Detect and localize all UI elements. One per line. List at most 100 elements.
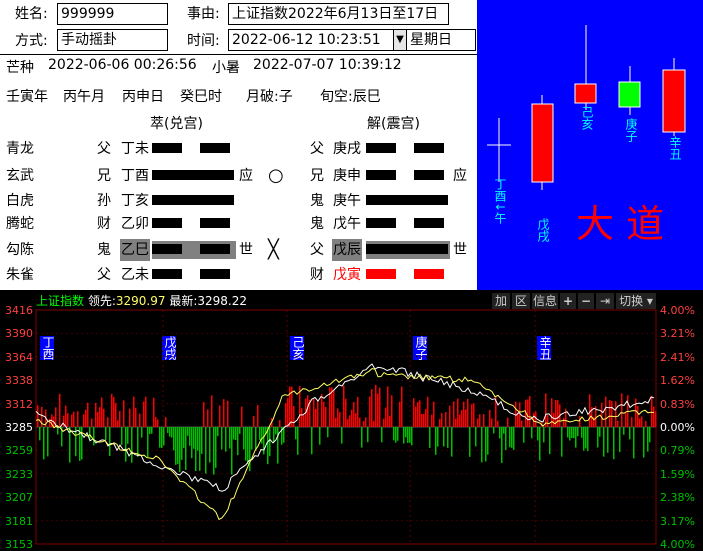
volume-bar	[193, 427, 195, 449]
yao-line	[152, 190, 238, 212]
volume-bar	[645, 420, 647, 427]
volume-bar	[161, 427, 163, 448]
candle-label-2: 戊戌	[536, 218, 550, 242]
relation: 父	[97, 267, 111, 283]
volume-bar	[419, 400, 421, 427]
method-field[interactable]: 手动摇卦	[57, 29, 168, 51]
volume-bar	[529, 395, 531, 427]
volume-bar	[313, 398, 315, 427]
volume-bar	[149, 427, 151, 435]
volume-bar	[475, 427, 477, 447]
volume-bar	[345, 398, 347, 427]
changed-branch: 戊辰	[332, 239, 362, 261]
relation: 财	[97, 216, 111, 232]
volume-bar	[583, 427, 585, 451]
volume-bar	[585, 427, 587, 449]
shi-ying-mark: 世	[239, 242, 253, 258]
volume-bar	[91, 418, 93, 427]
volume-bar	[125, 427, 127, 462]
volume-bar	[215, 427, 217, 468]
branch: 丁亥	[121, 193, 149, 209]
volume-bar	[217, 427, 219, 437]
volume-bar	[93, 427, 95, 446]
volume-bar	[389, 415, 391, 427]
big-text: 大 道	[576, 202, 665, 246]
volume-bar	[527, 399, 529, 427]
volume-bar	[647, 427, 649, 452]
yao-line	[152, 264, 238, 286]
volume-bar	[513, 427, 515, 450]
volume-bar	[457, 398, 459, 427]
volume-bar	[649, 427, 651, 443]
volume-bar	[181, 427, 183, 460]
name-field[interactable]: 999999	[57, 3, 168, 25]
volume-bar	[473, 403, 475, 427]
volume-bar	[243, 427, 245, 450]
volume-bar	[451, 427, 453, 457]
volume-bar	[81, 427, 83, 460]
volume-bar	[421, 413, 423, 427]
chevron-down-icon[interactable]: ▼	[393, 29, 407, 51]
volume-bar	[381, 427, 383, 443]
volume-bar	[199, 427, 201, 471]
six-god: 勾陈	[6, 242, 34, 258]
branch: 乙巳	[120, 239, 150, 261]
relation: 父	[97, 141, 111, 157]
volume-bar	[179, 427, 181, 473]
volume-bar	[225, 427, 227, 452]
volume-bar	[167, 427, 169, 434]
changed-branch: 庚申	[333, 168, 361, 184]
volume-bar	[455, 418, 457, 427]
changed-branch: 庚午	[333, 193, 361, 209]
volume-bar	[289, 386, 291, 427]
volume-bar	[223, 399, 225, 427]
volume-bar	[471, 404, 473, 427]
candle-label-5: 辛丑	[668, 136, 682, 160]
volume-bar	[285, 403, 287, 427]
volume-bar	[277, 427, 279, 464]
volume-bar	[95, 402, 97, 427]
volume-bar	[479, 414, 481, 427]
volume-bar	[367, 427, 369, 443]
yao-line	[152, 165, 238, 187]
volume-bar	[245, 427, 247, 461]
candle-label-3: 己亥	[580, 106, 594, 130]
volume-bar	[543, 427, 545, 443]
event-field[interactable]: 上证指数2022年6月13日至17日	[228, 3, 449, 25]
volume-bar	[191, 427, 193, 459]
relation: 鬼	[97, 242, 111, 258]
volume-bar	[297, 427, 299, 455]
time-field[interactable]: 2022-06-12 10:23:51	[228, 29, 394, 51]
volume-bar	[229, 427, 231, 449]
volume-bar	[87, 402, 89, 427]
volume-bar	[323, 401, 325, 427]
changed-relation: 父	[310, 242, 324, 258]
volume-bar	[77, 411, 79, 427]
volume-bar	[519, 402, 521, 427]
six-god: 玄武	[6, 168, 34, 184]
volume-bar	[601, 402, 603, 427]
volume-bar	[577, 427, 579, 437]
yao-line	[152, 239, 238, 261]
volume-bar	[185, 427, 187, 471]
changed-branch: 戊午	[333, 216, 361, 232]
volume-bar	[523, 427, 525, 443]
volume-bar	[347, 419, 349, 427]
volume-bar	[629, 427, 631, 440]
volume-bar	[569, 427, 571, 441]
branch: 丁酉	[121, 168, 149, 184]
volume-bar	[633, 427, 635, 459]
yao-line	[152, 213, 238, 235]
candle-label-4: 庚子	[624, 118, 638, 142]
volume-bar	[71, 414, 73, 427]
volume-bar	[187, 427, 189, 436]
volume-bar	[105, 427, 107, 441]
volume-bar	[131, 427, 133, 463]
volume-bar	[487, 427, 489, 455]
volume-bar	[151, 427, 153, 434]
volume-bar	[539, 427, 541, 461]
volume-bar	[307, 395, 309, 427]
volume-bar	[561, 427, 563, 457]
volume-bar	[237, 427, 239, 456]
volume-bar	[171, 427, 173, 438]
